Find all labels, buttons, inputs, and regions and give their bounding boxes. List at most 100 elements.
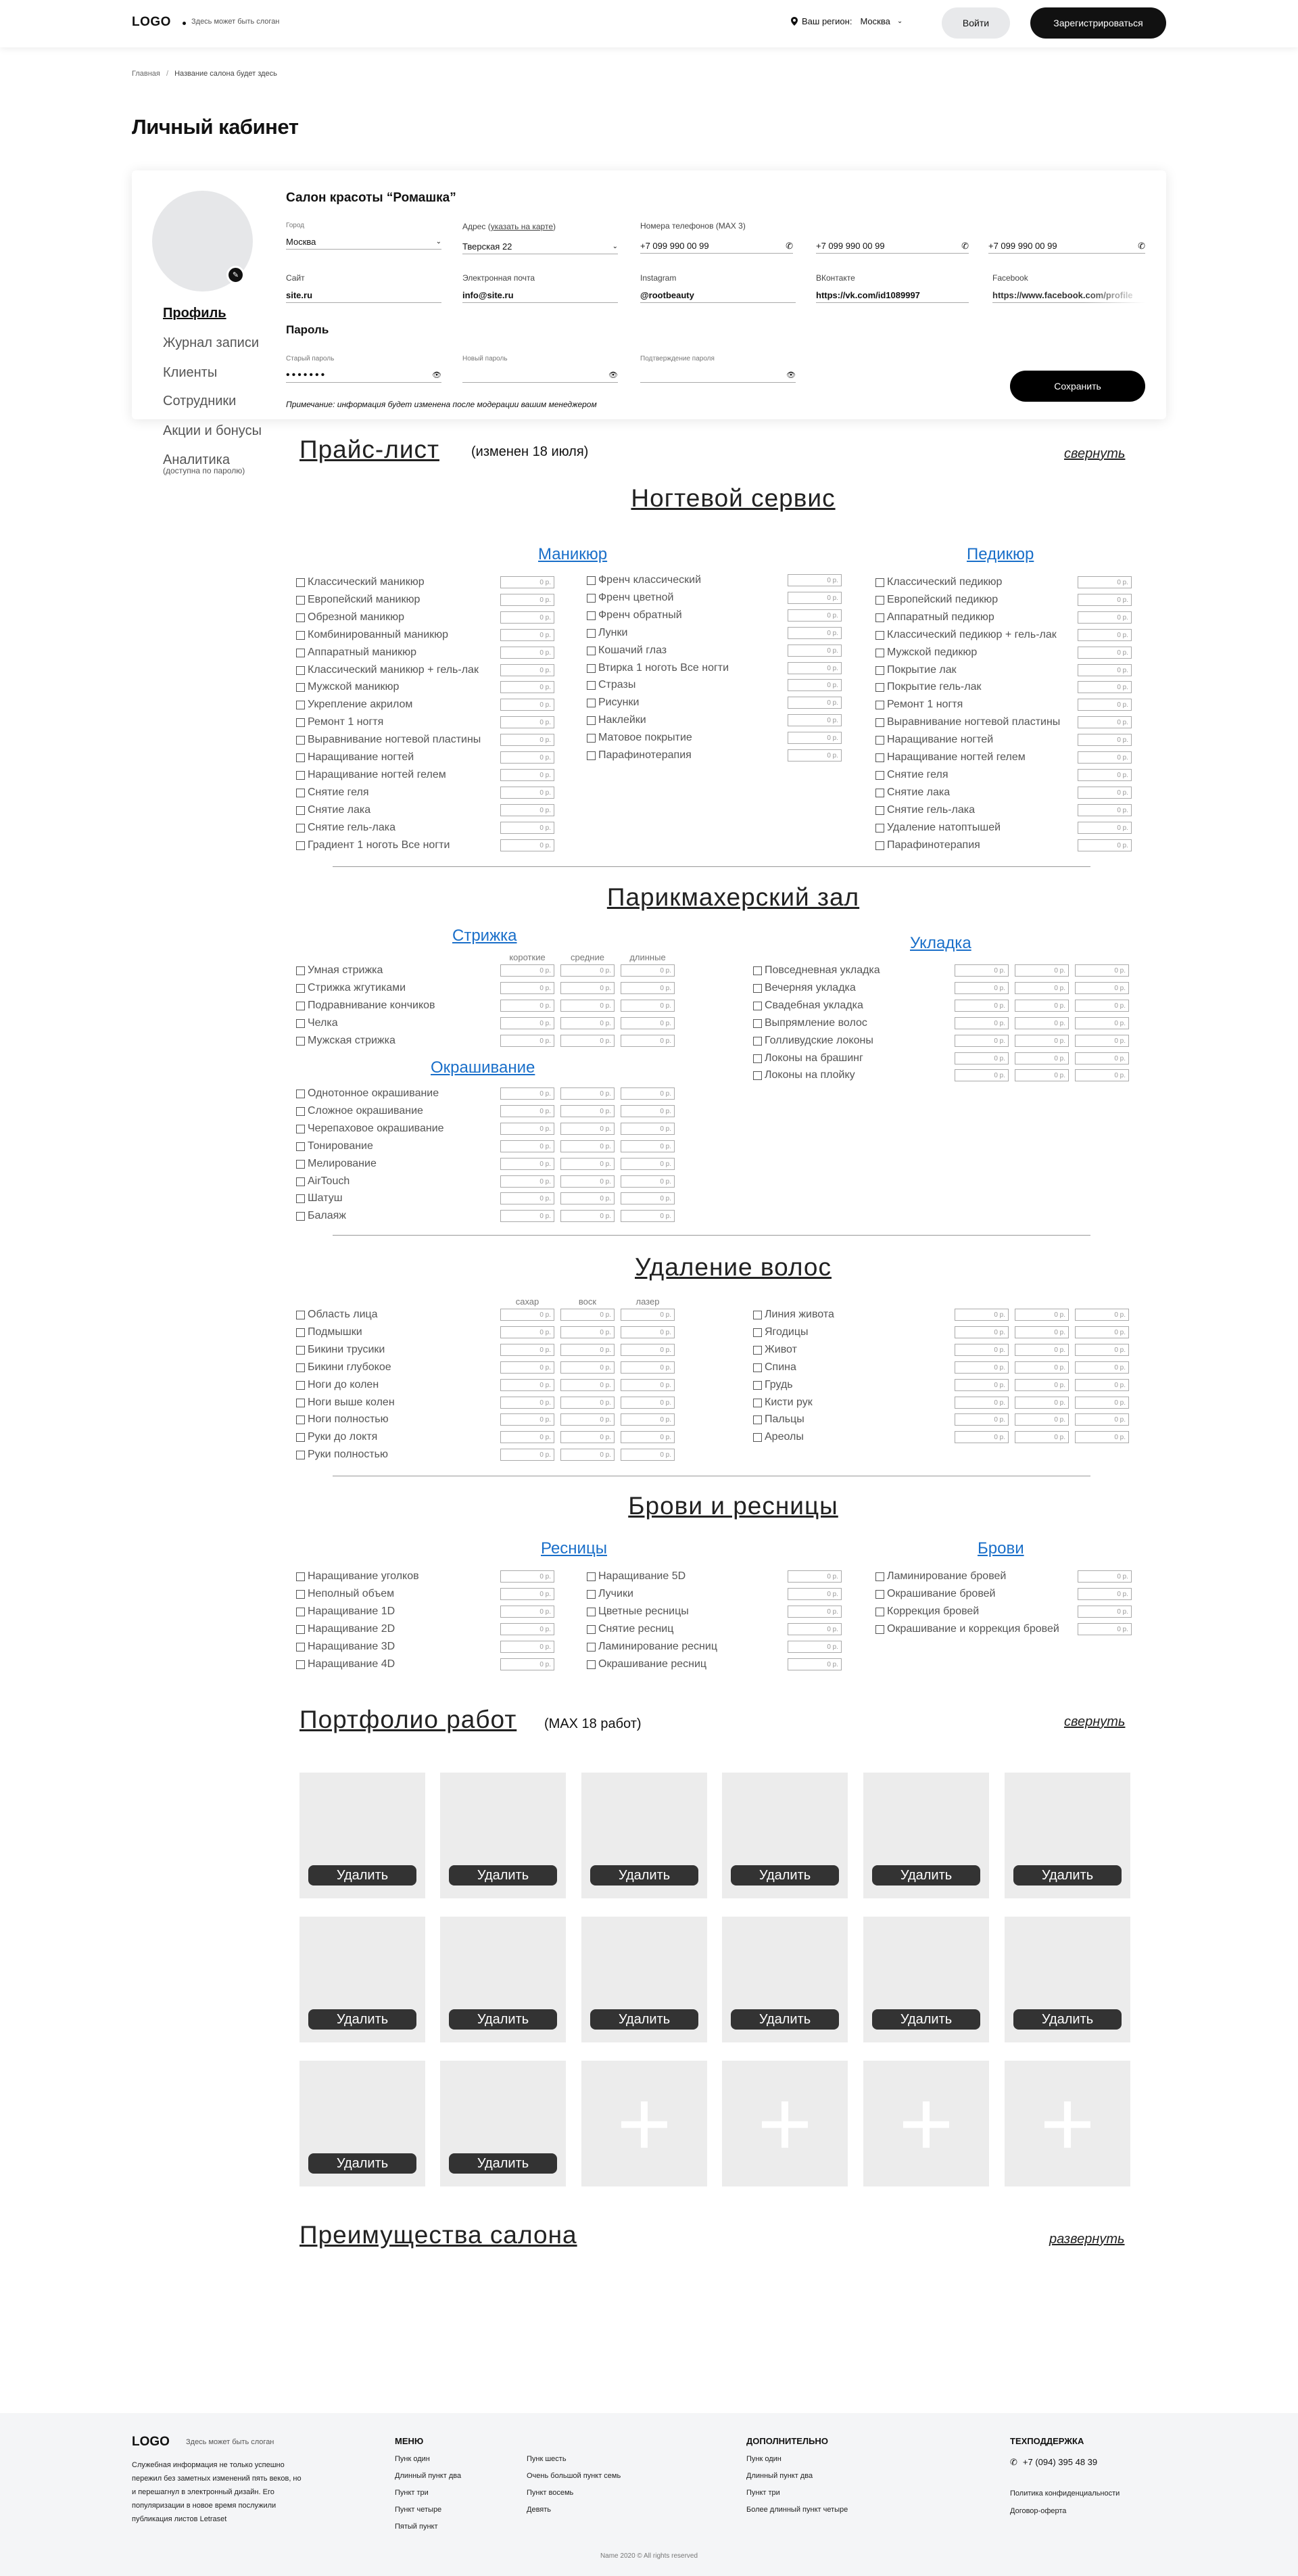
service-checkbox[interactable]	[296, 983, 305, 993]
service-row[interactable]: Наращивание 5D	[587, 1570, 785, 1583]
phone-field-3[interactable]: +7 099 990 00 99 ✆	[988, 233, 1145, 254]
service-checkbox[interactable]	[587, 576, 596, 585]
service-checkbox[interactable]	[296, 1159, 305, 1169]
service-row[interactable]: Челка	[296, 1017, 492, 1029]
price-input[interactable]: 0 р.	[560, 1449, 615, 1461]
service-checkbox[interactable]	[296, 966, 305, 975]
price-input[interactable]: 0 р.	[1015, 1344, 1069, 1356]
service-row[interactable]: Наращивание 3D	[296, 1641, 494, 1653]
price-input[interactable]: 0 р.	[621, 1449, 675, 1461]
price-input[interactable]: 0 р.	[500, 681, 554, 693]
service-row[interactable]: Классический маникюр	[296, 576, 514, 588]
price-input[interactable]: 0 р.	[955, 1035, 1009, 1047]
service-checkbox[interactable]	[753, 1398, 762, 1407]
service-row[interactable]: Пальцы	[753, 1413, 949, 1426]
price-input[interactable]: 0 р.	[621, 1123, 675, 1135]
service-checkbox[interactable]	[296, 1328, 305, 1337]
price-input[interactable]: 0 р.	[500, 1413, 554, 1426]
service-checkbox[interactable]	[296, 1106, 305, 1116]
footer-link[interactable]: Пункт восемь	[527, 2489, 621, 2497]
service-row[interactable]: Выравнивание ногтевой пластины	[296, 734, 514, 746]
price-input[interactable]: 0 р.	[500, 1397, 554, 1409]
price-input[interactable]: 0 р.	[1075, 964, 1129, 977]
service-checkbox[interactable]	[296, 700, 305, 709]
login-button[interactable]: Войти	[942, 7, 1010, 39]
service-checkbox[interactable]	[875, 630, 884, 640]
price-input[interactable]: 0 р.	[1015, 964, 1069, 977]
service-row[interactable]: Ноги выше колен	[296, 1397, 492, 1409]
price-input[interactable]: 0 р.	[621, 1309, 675, 1321]
price-input[interactable]: 0 р.	[560, 1158, 615, 1170]
price-input[interactable]: 0 р.	[500, 839, 554, 851]
price-input[interactable]: 0 р.	[500, 1158, 554, 1170]
delete-button[interactable]: Удалить	[1013, 2009, 1122, 2030]
price-input[interactable]: 0 р.	[788, 609, 842, 622]
price-input[interactable]: 0 р.	[1078, 629, 1132, 641]
price-input[interactable]: 0 р.	[500, 1658, 554, 1670]
service-checkbox[interactable]	[875, 788, 884, 797]
service-checkbox[interactable]	[875, 648, 884, 657]
price-input[interactable]: 0 р.	[621, 1397, 675, 1409]
service-checkbox[interactable]	[296, 718, 305, 727]
service-checkbox[interactable]	[296, 1036, 305, 1046]
price-input[interactable]: 0 р.	[1075, 1397, 1129, 1409]
service-checkbox[interactable]	[587, 1624, 596, 1634]
service-checkbox[interactable]	[587, 628, 596, 638]
plus-icon[interactable]: +	[863, 2061, 989, 2186]
price-input[interactable]: 0 р.	[788, 645, 842, 657]
service-checkbox[interactable]	[296, 805, 305, 815]
price-input[interactable]: 0 р.	[621, 1431, 675, 1443]
price-input[interactable]: 0 р.	[500, 769, 554, 781]
footer-link[interactable]: Пунк один	[746, 2455, 848, 2463]
price-input[interactable]: 0 р.	[560, 1087, 615, 1100]
delete-button[interactable]: Удалить	[590, 1865, 698, 1886]
price-input[interactable]: 0 р.	[1015, 1017, 1069, 1029]
service-row[interactable]: Аппаратный маникюр	[296, 647, 514, 659]
price-input[interactable]: 0 р.	[1015, 1413, 1069, 1426]
service-row[interactable]: Наращивание ногтей гелем	[296, 769, 514, 781]
price-input[interactable]: 0 р.	[500, 1623, 554, 1635]
price-input[interactable]: 0 р.	[621, 1140, 675, 1152]
price-input[interactable]: 0 р.	[1015, 982, 1069, 994]
plus-icon[interactable]: +	[1005, 2061, 1130, 2186]
price-input[interactable]: 0 р.	[621, 1087, 675, 1100]
service-checkbox[interactable]	[587, 663, 596, 673]
price-input[interactable]: 0 р.	[621, 1105, 675, 1117]
price-input[interactable]: 0 р.	[788, 679, 842, 691]
service-row[interactable]: Лунки	[587, 627, 785, 639]
portfolio-collapse-link[interactable]: свернуть	[1064, 1714, 1125, 1730]
price-input[interactable]: 0 р.	[500, 611, 554, 624]
service-row[interactable]: Покрытие лак	[875, 664, 1074, 676]
service-checkbox[interactable]	[753, 1036, 762, 1046]
service-row[interactable]: Шатуш	[296, 1192, 492, 1204]
service-row[interactable]: Европейский педикюр	[875, 594, 1074, 606]
service-row[interactable]: Локоны на плойку	[753, 1069, 949, 1081]
service-checkbox[interactable]	[296, 770, 305, 780]
service-row[interactable]: Мужской педикюр	[875, 647, 1074, 659]
service-checkbox[interactable]	[296, 1432, 305, 1442]
price-input[interactable]: 0 р.	[955, 1017, 1009, 1029]
service-row[interactable]: Кисти рук	[753, 1397, 949, 1409]
service-row[interactable]: Покрытие гель-лак	[875, 681, 1074, 693]
service-checkbox[interactable]	[875, 770, 884, 780]
service-checkbox[interactable]	[296, 595, 305, 605]
service-row[interactable]: Умная стрижка	[296, 964, 492, 977]
service-checkbox[interactable]	[296, 578, 305, 587]
service-checkbox[interactable]	[875, 700, 884, 709]
old-password-field[interactable]: Старый пароль ••••••• 👁	[286, 355, 441, 383]
service-checkbox[interactable]	[753, 1345, 762, 1355]
price-input[interactable]: 0 р.	[1075, 1052, 1129, 1064]
price-input[interactable]: 0 р.	[788, 1658, 842, 1670]
price-input[interactable]: 0 р.	[500, 664, 554, 676]
price-list-collapse-link[interactable]: свернуть	[1064, 446, 1125, 462]
price-input[interactable]: 0 р.	[1075, 1309, 1129, 1321]
price-input[interactable]: 0 р.	[1078, 647, 1132, 659]
map-link[interactable]: указать на карте	[491, 222, 553, 231]
save-button[interactable]: Сохранить	[1010, 371, 1145, 402]
price-input[interactable]: 0 р.	[1015, 1052, 1069, 1064]
service-checkbox[interactable]	[296, 1415, 305, 1424]
nav-promotions[interactable]: Акции и бонусы	[163, 423, 262, 439]
service-row[interactable]: Цветные ресницы	[587, 1606, 785, 1618]
service-row[interactable]: Кошачий глаз	[587, 645, 785, 657]
service-row[interactable]: Европейский маникюр	[296, 594, 514, 606]
